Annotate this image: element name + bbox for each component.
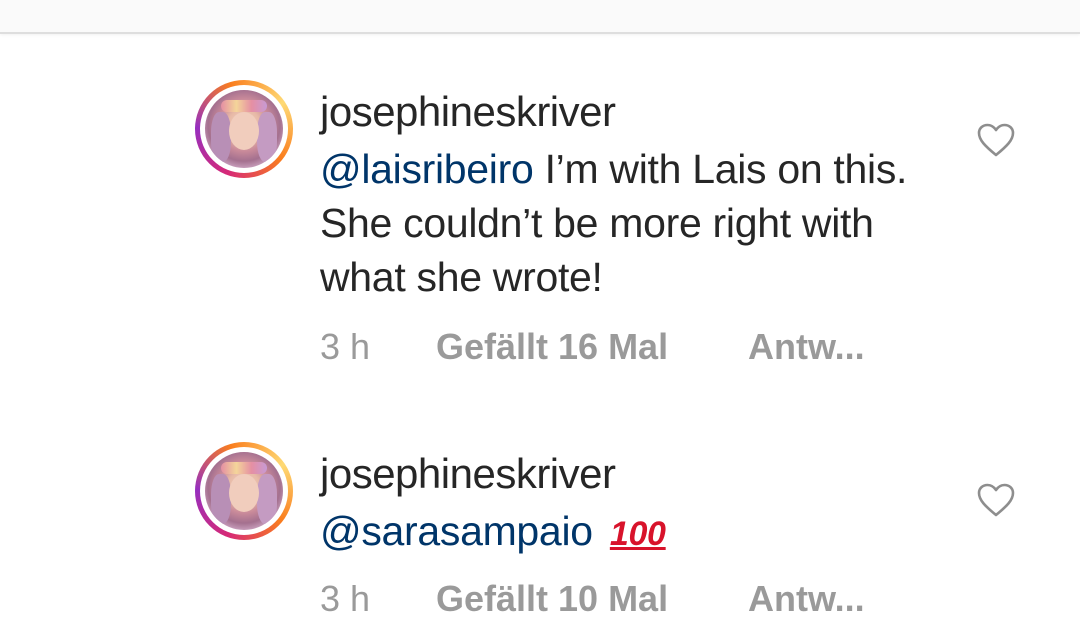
comment-text: @laisribeiro I’m with Lais on this. She …	[320, 142, 920, 304]
comment-mention[interactable]: @sarasampaio	[320, 508, 593, 554]
comment-time: 3 h	[320, 578, 371, 619]
comment-mention[interactable]: @laisribeiro	[320, 146, 534, 192]
comment-time: 3 h	[320, 326, 371, 367]
comment-likes-button[interactable]: Gefällt 10 Mal	[436, 578, 668, 620]
heart-outline-icon[interactable]	[976, 482, 1016, 518]
avatar-photo	[205, 90, 283, 168]
avatar-photo	[205, 452, 283, 530]
reply-button[interactable]: Antw...	[748, 578, 865, 620]
avatar[interactable]	[195, 80, 293, 178]
avatar[interactable]	[195, 442, 293, 540]
avatar-ring-gap	[200, 447, 288, 535]
comment-username[interactable]: josephineskriver	[320, 88, 616, 136]
top-bar	[0, 0, 1080, 34]
heart-outline-icon[interactable]	[976, 122, 1016, 158]
avatar-ring-gap	[200, 85, 288, 173]
hundred-points-emoji: 100	[609, 515, 666, 553]
comment-text: @sarasampaio 100	[320, 504, 920, 561]
reply-button[interactable]: Antw...	[748, 326, 865, 368]
comment-likes-button[interactable]: Gefällt 16 Mal	[436, 326, 668, 368]
comment-username[interactable]: josephineskriver	[320, 450, 616, 498]
